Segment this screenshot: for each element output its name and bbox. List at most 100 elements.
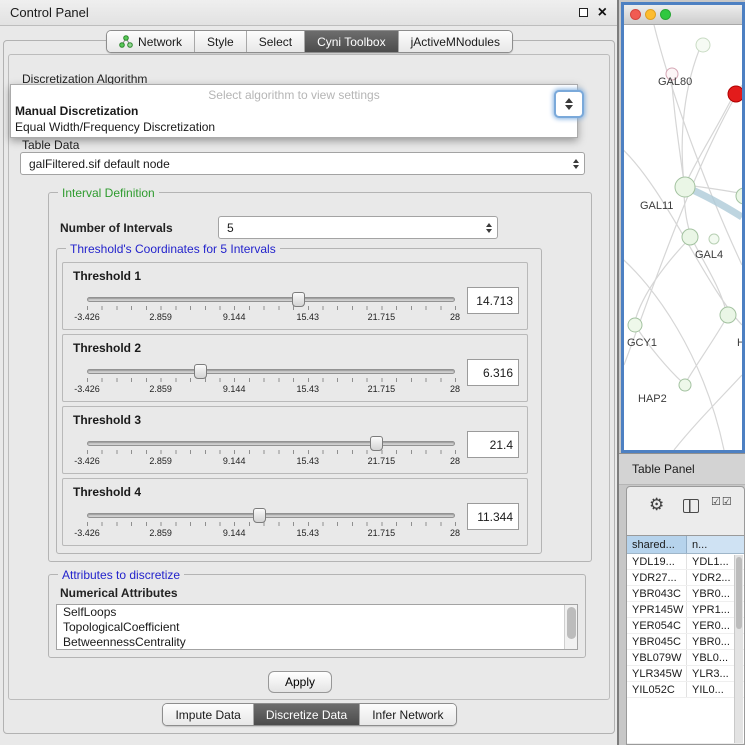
bottom-tab-bar: Impute Data Discretize Data Infer Networ… bbox=[0, 703, 619, 726]
threshold-4-slider[interactable] bbox=[87, 513, 455, 518]
window-title: Control Panel bbox=[10, 5, 579, 20]
table-row[interactable]: YBL079WYBL0... bbox=[627, 650, 744, 666]
table-row[interactable]: YPR145WYPR1... bbox=[627, 602, 744, 618]
threshold-3-slider[interactable] bbox=[87, 441, 455, 446]
node-label-hap2[interactable]: HAP2 bbox=[638, 393, 667, 405]
network-canvas[interactable]: GAL80 GAL11 GAL4 GCY1 HAP2 H bbox=[624, 25, 742, 450]
tab-infer-network[interactable]: Infer Network bbox=[360, 704, 455, 725]
table-data-combobox[interactable]: galFiltered.sif default node bbox=[20, 152, 585, 175]
thresholds-group-title: Threshold's Coordinates for 5 Intervals bbox=[66, 242, 280, 256]
select-checkboxes-icon[interactable]: ☑☑ bbox=[711, 497, 733, 507]
attributes-listbox: SelfLoops TopologicalCoefficient Between… bbox=[56, 604, 578, 650]
tab-jactivemnodules[interactable]: jActiveMNodules bbox=[399, 31, 512, 52]
column-header-shared-name[interactable]: shared... bbox=[627, 536, 687, 553]
combo-arrows-icon bbox=[486, 223, 497, 233]
tab-network-label: Network bbox=[138, 35, 182, 49]
column-header-name[interactable]: n... bbox=[687, 536, 744, 553]
slider-thumb[interactable] bbox=[194, 364, 207, 379]
arrow-up-icon bbox=[565, 98, 573, 103]
attribute-item[interactable]: TopologicalCoefficient bbox=[57, 620, 577, 635]
tab-impute-data[interactable]: Impute Data bbox=[163, 704, 253, 725]
table-data-value: galFiltered.sif default node bbox=[29, 157, 170, 171]
slider-thumb[interactable] bbox=[370, 436, 383, 451]
scrollbar-thumb[interactable] bbox=[567, 607, 576, 639]
number-of-intervals-combobox[interactable]: 5 bbox=[218, 216, 498, 239]
node-label-partial[interactable]: H bbox=[737, 337, 742, 349]
scrollbar-thumb[interactable] bbox=[736, 557, 742, 629]
network-edges bbox=[624, 25, 742, 450]
threshold-1-value-field[interactable]: 14.713 bbox=[467, 287, 519, 314]
slider-thumb[interactable] bbox=[292, 292, 305, 307]
table-row[interactable]: YBR045CYBR0... bbox=[627, 634, 744, 650]
control-panel-titlebar: Control Panel × bbox=[0, 0, 617, 26]
threshold-1-slider[interactable] bbox=[87, 297, 455, 302]
close-icon[interactable]: × bbox=[598, 5, 607, 21]
slider-tick-labels: -3.426 2.859 9.144 15.43 21.715 28 bbox=[87, 384, 455, 396]
table-header-row: shared... n... bbox=[627, 535, 744, 554]
attributes-scrollbar[interactable] bbox=[564, 605, 577, 649]
attributes-group-title: Attributes to discretize bbox=[58, 568, 184, 582]
slider-tick-marks bbox=[87, 522, 456, 526]
node-label-gcy1[interactable]: GCY1 bbox=[627, 337, 657, 349]
zoom-traffic-icon[interactable] bbox=[660, 9, 671, 20]
table-data-label: Table Data bbox=[22, 138, 79, 152]
table-scrollbar[interactable] bbox=[734, 555, 743, 743]
threshold-2-slider[interactable] bbox=[87, 369, 455, 374]
dropdown-option-manual-discretization[interactable]: Manual Discretization bbox=[11, 103, 577, 119]
number-of-intervals-label: Number of Intervals bbox=[60, 221, 173, 235]
combo-arrows-icon bbox=[573, 159, 584, 169]
table-row[interactable]: YBR043CYBR0... bbox=[627, 586, 744, 602]
table-row[interactable]: YDL19...YDL1... bbox=[627, 554, 744, 570]
threshold-1-label: Threshold 1 bbox=[73, 269, 141, 283]
table-panel-title: Table Panel bbox=[632, 462, 695, 476]
node-label-gal80[interactable]: GAL80 bbox=[658, 76, 692, 88]
slider-tick-marks bbox=[87, 306, 456, 310]
tab-style[interactable]: Style bbox=[195, 31, 247, 52]
dropdown-option-equal-width[interactable]: Equal Width/Frequency Discretization bbox=[11, 119, 577, 135]
node-label-gal4[interactable]: GAL4 bbox=[695, 249, 723, 261]
algorithm-dropdown-popup: Select algorithm to view settings Manual… bbox=[10, 84, 578, 138]
float-window-icon[interactable] bbox=[579, 8, 588, 17]
slider-tick-marks bbox=[87, 378, 456, 382]
close-traffic-icon[interactable] bbox=[630, 9, 641, 20]
table-row[interactable]: YIL052CYIL0... bbox=[627, 682, 744, 698]
slider-thumb[interactable] bbox=[253, 508, 266, 523]
network-view-window[interactable]: GAL80 GAL11 GAL4 GCY1 HAP2 H bbox=[621, 2, 745, 453]
table-row[interactable]: YLR345WYLR3... bbox=[627, 666, 744, 682]
toolbox-tab-bar: Network Style Select Cyni Toolbox jActiv… bbox=[0, 30, 619, 53]
table-panel: ⚙ ☑☑ shared... n... YDL19...YDL1... YDR2… bbox=[626, 486, 745, 745]
threshold-2-panel: Threshold 2 -3.426 2.859 9.144 15.43 21.… bbox=[62, 334, 528, 402]
tab-cyni-toolbox[interactable]: Cyni Toolbox bbox=[305, 31, 398, 52]
table-row[interactable]: YDR27...YDR2... bbox=[627, 570, 744, 586]
attribute-item[interactable]: SelfLoops bbox=[57, 605, 577, 620]
table-row[interactable]: YER054CYER0... bbox=[627, 618, 744, 634]
minimize-traffic-icon[interactable] bbox=[645, 9, 656, 20]
columns-icon[interactable] bbox=[683, 499, 699, 513]
node-label-gal11[interactable]: GAL11 bbox=[640, 200, 673, 212]
table-toolbar: ⚙ ☑☑ bbox=[627, 487, 744, 535]
threshold-4-panel: Threshold 4 -3.426 2.859 9.144 15.43 21.… bbox=[62, 478, 528, 546]
gear-icon[interactable]: ⚙ bbox=[649, 495, 664, 515]
threshold-2-value-field[interactable]: 6.316 bbox=[467, 359, 519, 386]
slider-tick-marks bbox=[87, 450, 456, 454]
threshold-1-panel: Threshold 1 -3.426 2.859 9.144 15.43 21.… bbox=[62, 262, 528, 330]
attribute-item[interactable]: BetweennessCentrality bbox=[57, 635, 577, 650]
network-window-titlebar bbox=[624, 5, 742, 25]
number-of-intervals-value: 5 bbox=[227, 221, 234, 235]
table-rows: YDL19...YDL1... YDR27...YDR2... YBR043CY… bbox=[627, 554, 744, 743]
threshold-3-value-field[interactable]: 21.4 bbox=[467, 431, 519, 458]
network-icon bbox=[119, 35, 133, 48]
threshold-4-label: Threshold 4 bbox=[73, 485, 141, 499]
threshold-4-value-field[interactable]: 11.344 bbox=[467, 503, 519, 530]
threshold-3-label: Threshold 3 bbox=[73, 413, 141, 427]
tab-network[interactable]: Network bbox=[107, 31, 195, 52]
tab-select[interactable]: Select bbox=[247, 31, 305, 52]
arrow-down-icon bbox=[565, 105, 573, 110]
apply-button[interactable]: Apply bbox=[268, 671, 332, 693]
table-panel-titlebar: Table Panel bbox=[619, 453, 745, 485]
slider-tick-labels: -3.426 2.859 9.144 15.43 21.715 28 bbox=[87, 528, 455, 540]
slider-tick-labels: -3.426 2.859 9.144 15.43 21.715 28 bbox=[87, 312, 455, 324]
algorithm-combo-arrows[interactable] bbox=[554, 90, 584, 118]
tab-discretize-data[interactable]: Discretize Data bbox=[254, 704, 360, 725]
interval-definition-title: Interval Definition bbox=[58, 186, 159, 200]
